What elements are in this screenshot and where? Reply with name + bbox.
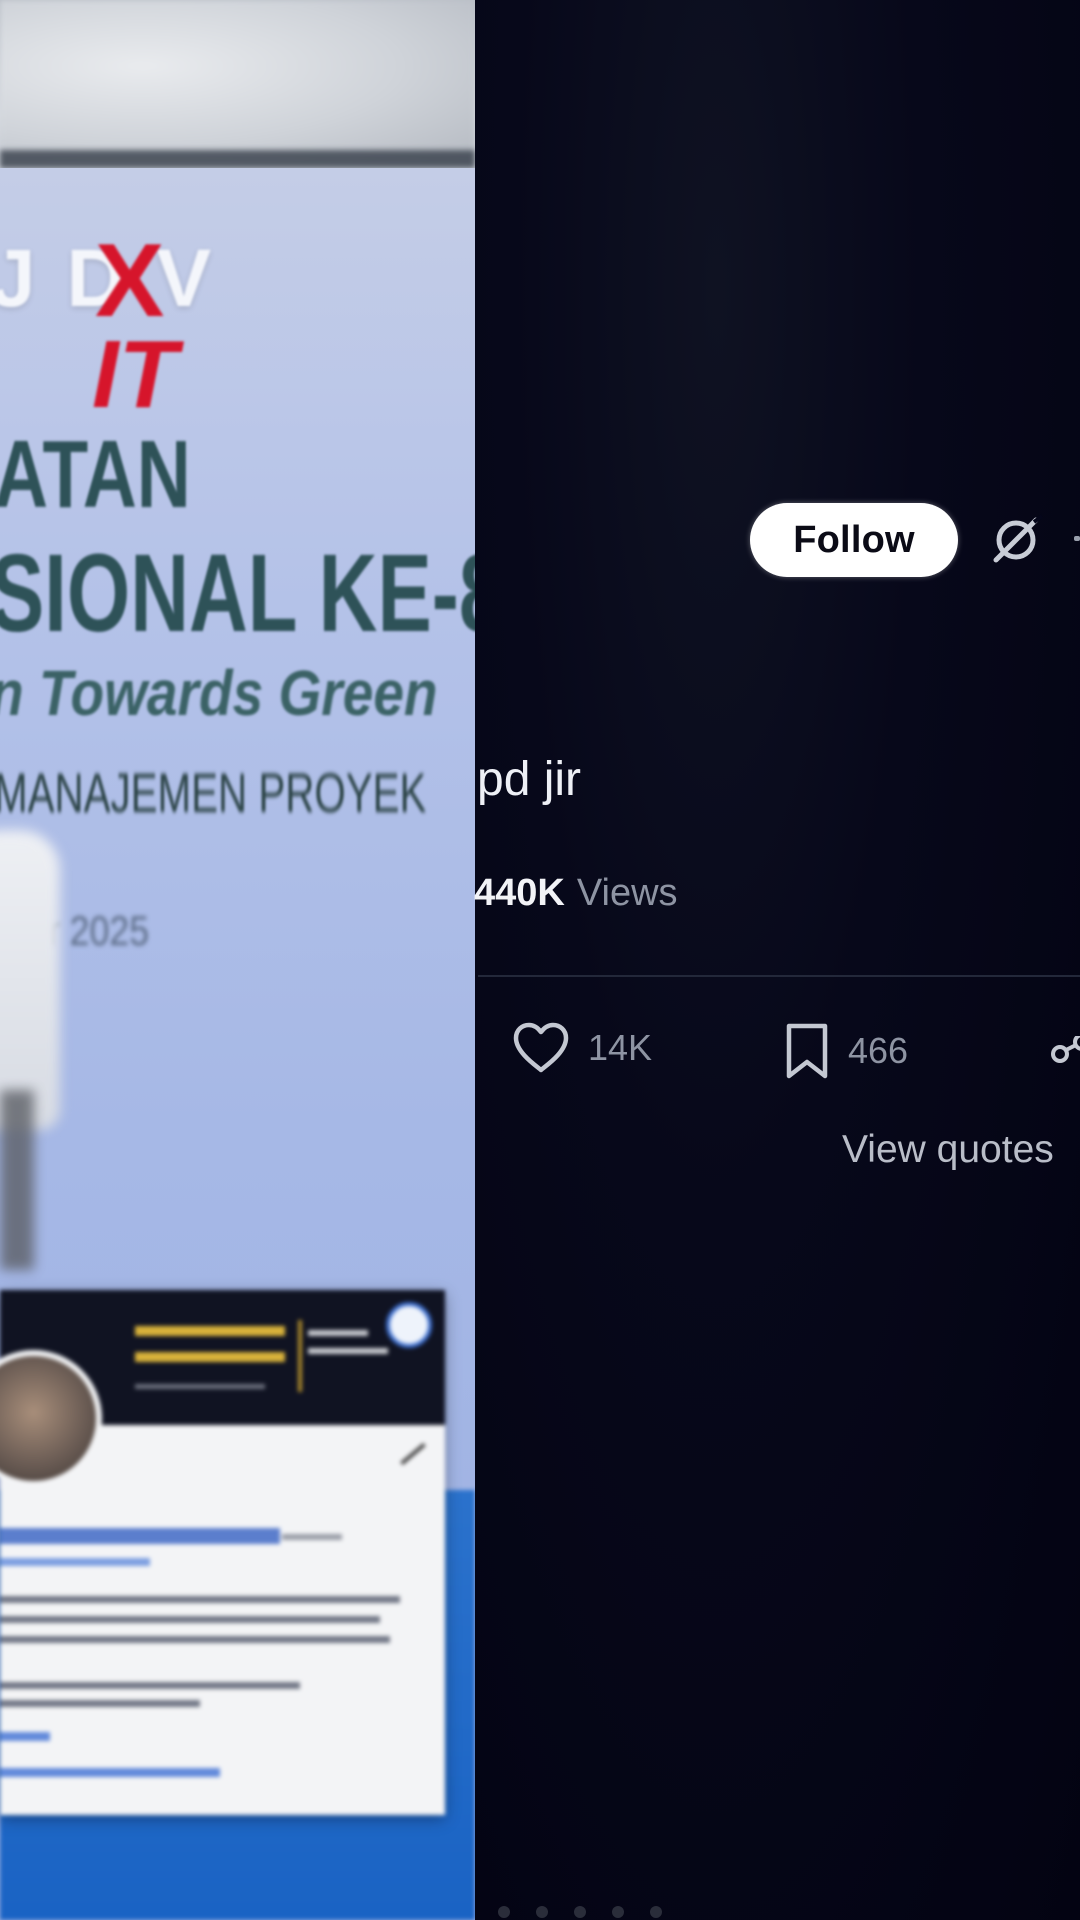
profile-card-name <box>0 1528 280 1544</box>
share-icon[interactable] <box>1050 1036 1080 1072</box>
view-quotes-link[interactable]: View quotes <box>842 1128 1054 1172</box>
grok-icon[interactable] <box>988 512 1044 568</box>
views-number: 440K <box>474 872 565 914</box>
heart-icon <box>513 1022 569 1073</box>
person-figure <box>0 830 60 1130</box>
profile-card-badge-icon <box>386 1302 432 1348</box>
screen: J D V X IT ATAN SIONAL KE-8 n Towards Gr… <box>0 0 1080 1920</box>
post-text: pd jir <box>477 753 582 806</box>
banner-headline-1: ATAN <box>0 421 191 528</box>
views-count: 440K Views <box>474 872 678 915</box>
photo-sky <box>0 0 475 165</box>
divider <box>478 975 1080 977</box>
person-arm <box>0 1090 34 1270</box>
like-button[interactable]: 14K <box>512 1022 652 1074</box>
banner-subtitle: MANAJEMEN PROYEK <box>0 761 427 824</box>
banner-headline-2: SIONAL KE-8 <box>0 532 475 655</box>
follow-button[interactable]: Follow <box>750 503 958 577</box>
post-photo[interactable]: J D V X IT ATAN SIONAL KE-8 n Towards Gr… <box>0 0 475 1920</box>
bookmark-icon <box>786 1023 828 1079</box>
banner-it-text: IT <box>92 321 178 428</box>
bookmark-button[interactable]: 466 <box>784 1022 908 1080</box>
like-count: 14K <box>588 1027 653 1068</box>
edit-pen-icon <box>400 1442 426 1466</box>
banner-tagline: n Towards Green <box>0 657 438 729</box>
views-label: Views <box>576 872 678 914</box>
bottom-indicator <box>498 1906 662 1918</box>
more-options-icon[interactable] <box>1074 536 1080 541</box>
banner-frame <box>0 150 475 168</box>
bookmark-count: 466 <box>848 1030 909 1071</box>
profile-card-overlay <box>0 1290 445 1815</box>
post-detail-panel <box>475 0 1080 1920</box>
